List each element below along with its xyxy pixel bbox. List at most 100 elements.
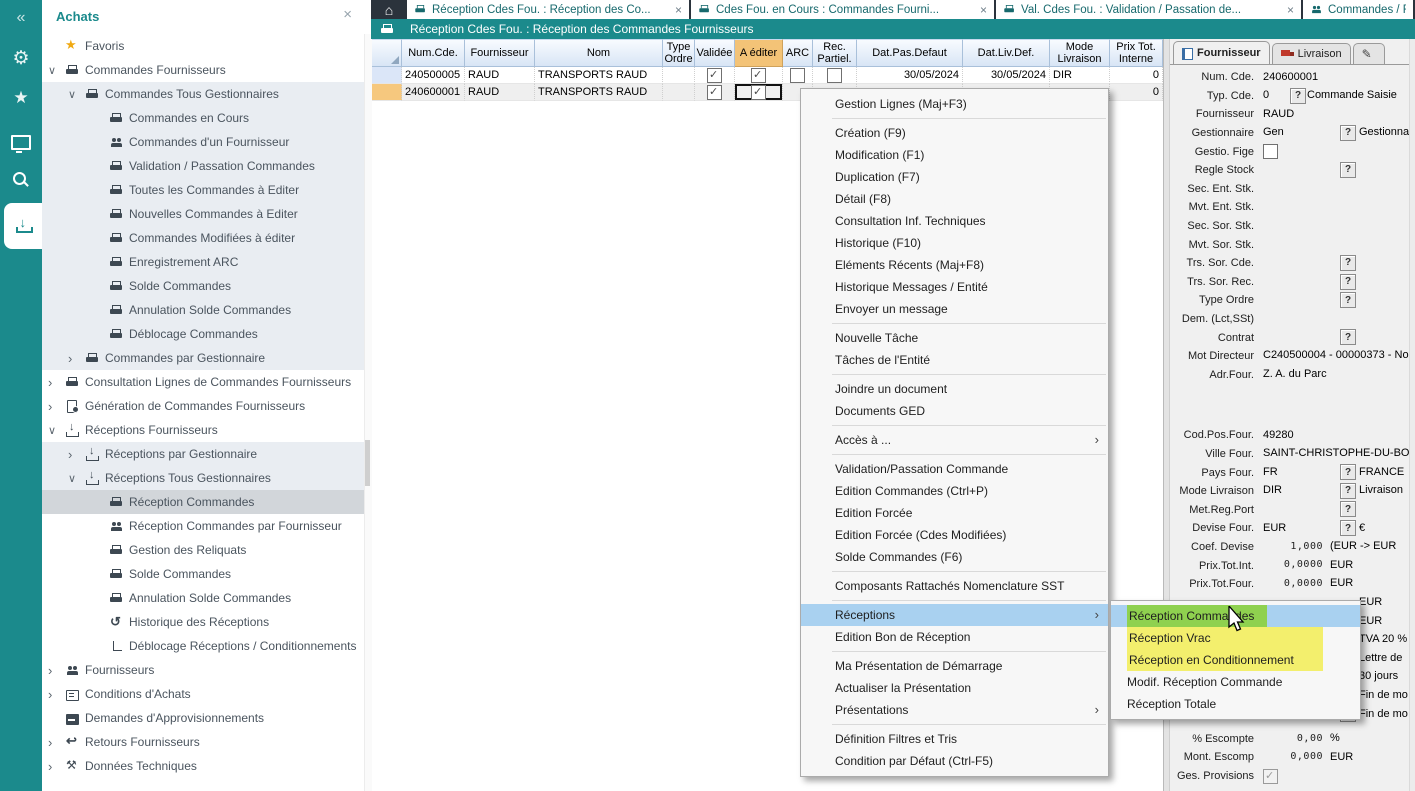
checkbox[interactable] [1263, 144, 1278, 160]
sidebar-item-commandes-fournisseurs[interactable]: Commandes Fournisseurs [42, 58, 364, 82]
chevron-right-icon[interactable] [48, 399, 66, 414]
sidebar-item-commandes-dun-fournisseur[interactable]: Commandes d'un Fournisseur [42, 130, 364, 154]
home-icon[interactable] [371, 0, 407, 19]
menu-item-condition-defaut[interactable]: Condition par Défaut (Ctrl-F5) [801, 750, 1108, 772]
sidebar-item-fournisseurs[interactable]: Fournisseurs [42, 658, 364, 682]
help-button[interactable] [1340, 254, 1356, 271]
cell-arc[interactable] [783, 67, 813, 84]
cell-nom[interactable]: TRANSPORTS RAUD [535, 84, 663, 101]
submenu-item-modif-reception[interactable]: Modif. Réception Commande [1111, 671, 1360, 693]
menu-item-edition-commandes[interactable]: Edition Commandes (Ctrl+P) [801, 480, 1108, 502]
cell-fournisseur[interactable]: RAUD [465, 84, 535, 101]
cell-num-cde[interactable]: 240500005 [402, 67, 465, 84]
cell-fournisseur[interactable]: RAUD [465, 67, 535, 84]
sidebar-scrollbar-thumb[interactable] [365, 440, 370, 486]
checkbox[interactable] [751, 84, 766, 100]
cell-nom[interactable]: TRANSPORTS RAUD [535, 67, 663, 84]
chevron-right-icon[interactable] [68, 351, 86, 366]
sidebar-item-reception-par-fournisseur[interactable]: Réception Commandes par Fournisseur [42, 514, 364, 538]
help-button[interactable] [1340, 520, 1356, 537]
menu-item-historique-messages[interactable]: Historique Messages / Entité [801, 276, 1108, 298]
menu-item-acces-a[interactable]: Accès à ... [801, 429, 1108, 451]
help-button[interactable] [1340, 501, 1356, 518]
cell-prix-tot-interne[interactable]: 0 [1110, 84, 1163, 101]
close-tab-icon[interactable] [973, 3, 987, 17]
receptions-download-icon[interactable] [4, 203, 42, 249]
column-header[interactable]: Nom [535, 39, 663, 67]
help-button[interactable] [1290, 87, 1306, 104]
sidebar-item-retours-fournisseurs[interactable]: Retours Fournisseurs [42, 730, 364, 754]
menu-item-taches-entite[interactable]: Tâches de l'Entité [801, 349, 1108, 371]
help-button[interactable] [1340, 161, 1356, 178]
help-button[interactable] [1340, 292, 1356, 309]
column-header[interactable]: Mode Livraison [1050, 39, 1110, 67]
checkbox[interactable] [1263, 768, 1278, 784]
sidebar-item-reception-commandes[interactable]: Réception Commandes [42, 490, 364, 514]
cell-prix-tot-interne[interactable]: 0 [1110, 67, 1163, 84]
panel-scrollbar[interactable] [1409, 39, 1415, 791]
column-header[interactable]: Validée [695, 39, 735, 67]
sidebar-item-receptions-par-gestionnaire[interactable]: Réceptions par Gestionnaire [42, 442, 364, 466]
sidebar-item-receptions-tous-gestionnaires[interactable]: Réceptions Tous Gestionnaires [42, 466, 364, 490]
menu-item-modification[interactable]: Modification (F1) [801, 144, 1108, 166]
sidebar-item-commandes-par-gestionnaire[interactable]: Commandes par Gestionnaire [42, 346, 364, 370]
help-button[interactable] [1340, 124, 1356, 141]
star-icon[interactable] [0, 80, 42, 116]
tab-val-cdes-fou[interactable]: Val. Cdes Fou. : Validation / Passation … [996, 0, 1301, 19]
column-header[interactable]: Type Ordre [663, 39, 695, 67]
checkbox[interactable] [707, 84, 722, 100]
row-selector-current[interactable] [371, 84, 402, 101]
cell-num-cde[interactable]: 240600001 [402, 84, 465, 101]
row-selector[interactable] [371, 67, 402, 84]
close-tab-icon[interactable] [1280, 3, 1294, 17]
sidebar-item-generation-commandes[interactable]: Génération de Commandes Fournisseurs [42, 394, 364, 418]
menu-item-edition-forcee[interactable]: Edition Forcée [801, 502, 1108, 524]
chevron-down-icon[interactable] [68, 88, 86, 101]
sidebar-item-deblocage-receptions[interactable]: Déblocage Réceptions / Conditionnements [42, 634, 364, 658]
chevron-right-icon[interactable] [48, 663, 66, 678]
tab-livraison[interactable]: Livraison [1271, 43, 1351, 64]
chevron-right-icon[interactable] [48, 759, 66, 774]
checkbox[interactable] [751, 67, 766, 83]
menu-item-receptions[interactable]: Réceptions [801, 604, 1108, 626]
sidebar-item-historique-receptions[interactable]: Historique des Réceptions [42, 610, 364, 634]
search-icon[interactable] [0, 162, 42, 198]
sidebar-scrollbar[interactable] [364, 34, 372, 791]
sidebar-item-consultation-lignes[interactable]: Consultation Lignes de Commandes Fournis… [42, 370, 364, 394]
close-icon[interactable] [343, 6, 352, 23]
sidebar-item-receptions-fournisseurs[interactable]: Réceptions Fournisseurs [42, 418, 364, 442]
menu-item-solde-commandes[interactable]: Solde Commandes (F6) [801, 546, 1108, 568]
tab-commentaire[interactable] [1352, 43, 1385, 64]
tab-fournisseur[interactable]: Fournisseur [1173, 41, 1270, 64]
sidebar-item-validation-passation[interactable]: Validation / Passation Commandes [42, 154, 364, 178]
help-button[interactable] [1340, 329, 1356, 346]
sidebar-item-commandes-tous-gestionnaires[interactable]: Commandes Tous Gestionnaires [42, 82, 364, 106]
menu-item-validation-passation[interactable]: Validation/Passation Commande [801, 458, 1108, 480]
menu-item-definition-filtres[interactable]: Définition Filtres et Tris [801, 728, 1108, 750]
help-button[interactable] [1340, 482, 1356, 499]
chevron-down-icon[interactable] [68, 472, 86, 485]
chevron-down-icon[interactable] [48, 424, 66, 437]
gear-icon[interactable] [0, 40, 42, 76]
cell-mode-livraison[interactable]: DIR [1050, 67, 1110, 84]
sidebar-item-solde-commandes[interactable]: Solde Commandes [42, 274, 364, 298]
sidebar-item-solde-commandes-receptions[interactable]: Solde Commandes [42, 562, 364, 586]
table-row[interactable]: 240500005 RAUD TRANSPORTS RAUD 30/05/202… [371, 67, 1163, 84]
menu-item-historique[interactable]: Historique (F10) [801, 232, 1108, 254]
sidebar-item-conditions-achats[interactable]: Conditions d'Achats [42, 682, 364, 706]
sidebar-item-favoris[interactable]: Favoris [42, 34, 364, 58]
column-header-highlighted[interactable]: A éditer [735, 39, 783, 67]
sidebar-item-donnees-techniques[interactable]: Données Techniques [42, 754, 364, 778]
cell-type-ordre[interactable] [663, 67, 695, 84]
column-header[interactable]: Dat.Liv.Def. [963, 39, 1050, 67]
menu-item-composants-rattaches[interactable]: Composants Rattachés Nomenclature SST [801, 575, 1108, 597]
menu-item-documents-ged[interactable]: Documents GED [801, 400, 1108, 422]
column-header[interactable]: Dat.Pas.Defaut [857, 39, 963, 67]
menu-item-elements-recents[interactable]: Eléments Récents (Maj+F8) [801, 254, 1108, 276]
chevron-down-icon[interactable] [48, 64, 66, 77]
tab-cdes-fou-en-cours[interactable]: Cdes Fou. en Cours : Commandes Fourni... [691, 0, 994, 19]
cell-validee[interactable] [695, 84, 735, 101]
chevron-right-icon[interactable] [48, 735, 66, 750]
sidebar-item-deblocage-commandes[interactable]: Déblocage Commandes [42, 322, 364, 346]
submenu-item-reception-totale[interactable]: Réception Totale [1111, 693, 1360, 715]
